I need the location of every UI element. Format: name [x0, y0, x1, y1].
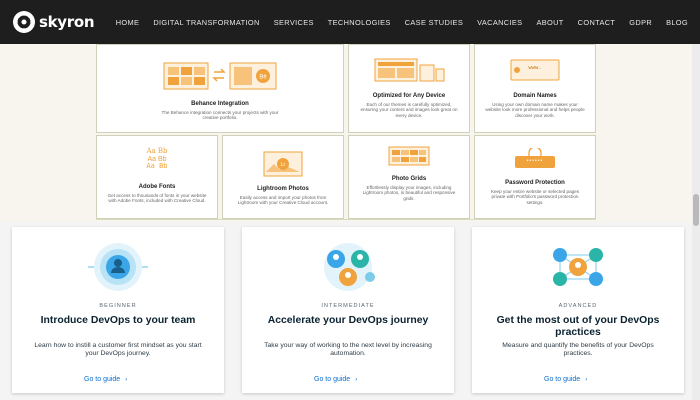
feature-description: Get access to thousands of fonts in your…	[107, 193, 207, 204]
brand-logo[interactable]: skyron	[12, 9, 95, 35]
photo-grid-icon	[388, 146, 430, 166]
guide-description: Learn how to instill a customer first mi…	[34, 342, 202, 357]
feature-card-any-device: Optimized for Any Device Each of our the…	[348, 44, 470, 133]
lightroom-illustration: Lr	[223, 150, 343, 180]
features-section: Bē Behance Integration The Behance integ…	[0, 44, 692, 222]
feature-card-password-protection: •••••• Password Protection Keep your ent…	[474, 135, 596, 219]
go-to-guide-label: Go to guide	[314, 376, 351, 383]
guide-illustration	[242, 241, 454, 293]
feature-title: Photo Grids	[391, 176, 427, 182]
nav-item-technologies[interactable]: TECHNOLOGIES	[328, 18, 391, 27]
feature-description: The Behance integration connects your pr…	[161, 110, 279, 121]
domain-badge: www.	[528, 65, 542, 71]
chevron-right-icon: ›	[125, 377, 128, 383]
feature-title: Domain Names	[513, 93, 557, 99]
guide-title: Accelerate your DevOps journey	[267, 315, 429, 326]
feature-description: Effortlessly display your images, includ…	[362, 185, 456, 201]
font-sample: Aa Bb	[146, 147, 168, 155]
feature-card-behance: Bē Behance Integration The Behance integ…	[96, 44, 344, 133]
feature-card-adobe-fonts: Aa Bb Aa Bb Aa Bb Adobe Fonts Get access…	[96, 135, 218, 219]
font-sample: Aa Bb	[146, 162, 168, 170]
page-scrollbar[interactable]	[692, 44, 700, 400]
guide-title: Get the most out of your DevOps practice…	[496, 315, 660, 338]
devices-icon	[374, 58, 445, 82]
guide-description: Measure and quantify the benefits of you…	[502, 342, 654, 357]
guide-card-advanced: ADVANCED Get the most out of your DevOps…	[472, 227, 684, 393]
guide-level: INTERMEDIATE	[321, 303, 375, 309]
nav-item-vacancies[interactable]: VACANCIES	[477, 18, 522, 27]
network-people-icon	[553, 248, 603, 286]
skyron-logo-icon	[13, 11, 35, 33]
brand-name: skyron	[39, 13, 95, 31]
nav-item-gdpr[interactable]: GDPR	[629, 18, 652, 27]
guide-card-intermediate: INTERMEDIATE Accelerate your DevOps jour…	[242, 227, 454, 393]
team-collaboration-icon	[324, 243, 375, 291]
guide-description: Take your way of working to the next lev…	[264, 342, 432, 357]
behance-integration-illustration: Bē	[97, 59, 343, 93]
feature-card-photo-grids: Photo Grids Effortlessly display your im…	[348, 135, 470, 219]
guide-level: ADVANCED	[558, 303, 598, 309]
chevron-right-icon: ›	[355, 377, 358, 383]
go-to-guide-label: Go to guide	[544, 376, 581, 383]
feature-description: Each of our themes is carefully optimize…	[360, 102, 458, 118]
feature-card-lightroom: Lr Lightroom Photos Easily access and im…	[222, 135, 344, 219]
main-nav: HOME DIGITAL TRANSFORMATION SERVICES TEC…	[116, 0, 688, 44]
feature-title: Optimized for Any Device	[372, 93, 446, 99]
feature-card-domain-names: www. Domain Names Using your own domain …	[474, 44, 596, 133]
guide-illustration	[12, 241, 224, 293]
guide-illustration	[472, 241, 684, 293]
section-divider	[96, 219, 596, 220]
nav-item-blog[interactable]: BLOG	[666, 18, 688, 27]
password-badge: ••••••	[526, 158, 544, 164]
nav-item-contact[interactable]: CONTACT	[578, 18, 616, 27]
scrollbar-thumb[interactable]	[693, 194, 699, 226]
guide-title: Introduce DevOps to your team	[40, 315, 196, 326]
feature-description: Using your own domain name makes your we…	[485, 102, 585, 118]
go-to-guide-label: Go to guide	[84, 376, 121, 383]
guide-card-beginner: BEGINNER Introduce DevOps to your team L…	[12, 227, 224, 393]
devices-illustration	[349, 57, 469, 83]
svg-text:Bē: Bē	[259, 75, 267, 81]
nav-item-services[interactable]: SERVICES	[274, 18, 314, 27]
fonts-illustration: Aa Bb Aa Bb Aa Bb	[97, 147, 217, 171]
guide-level: BEGINNER	[99, 303, 137, 309]
nav-item-digital-transformation[interactable]: DIGITAL TRANSFORMATION	[153, 18, 259, 27]
go-to-guide-link[interactable]: Go to guide ›	[84, 376, 127, 383]
feature-title: Adobe Fonts	[138, 184, 176, 190]
chevron-right-icon: ›	[585, 377, 588, 383]
devops-guides-section: BEGINNER Introduce DevOps to your team L…	[0, 222, 692, 400]
go-to-guide-link[interactable]: Go to guide ›	[544, 376, 587, 383]
feature-title: Password Protection	[505, 180, 565, 186]
behance-grid-icon: Bē	[163, 62, 277, 90]
person-target-icon	[88, 243, 148, 291]
nav-item-home[interactable]: HOME	[116, 18, 140, 27]
nav-item-case-studies[interactable]: CASE STUDIES	[405, 18, 463, 27]
nav-item-about[interactable]: ABOUT	[536, 18, 563, 27]
feature-title: Behance Integration	[191, 101, 249, 107]
feature-title: Lightroom Photos	[257, 186, 309, 192]
svg-text:Lr: Lr	[281, 162, 286, 168]
photo-grid-illustration	[349, 146, 469, 166]
top-navigation-bar: skyron HOME DIGITAL TRANSFORMATION SERVI…	[0, 0, 700, 44]
feature-description: Keep your entire website or selected pag…	[490, 189, 580, 205]
lightroom-photo-icon: Lr	[263, 151, 303, 177]
go-to-guide-link[interactable]: Go to guide ›	[314, 376, 357, 383]
feature-description: Easily access and import your photos fro…	[237, 195, 329, 206]
